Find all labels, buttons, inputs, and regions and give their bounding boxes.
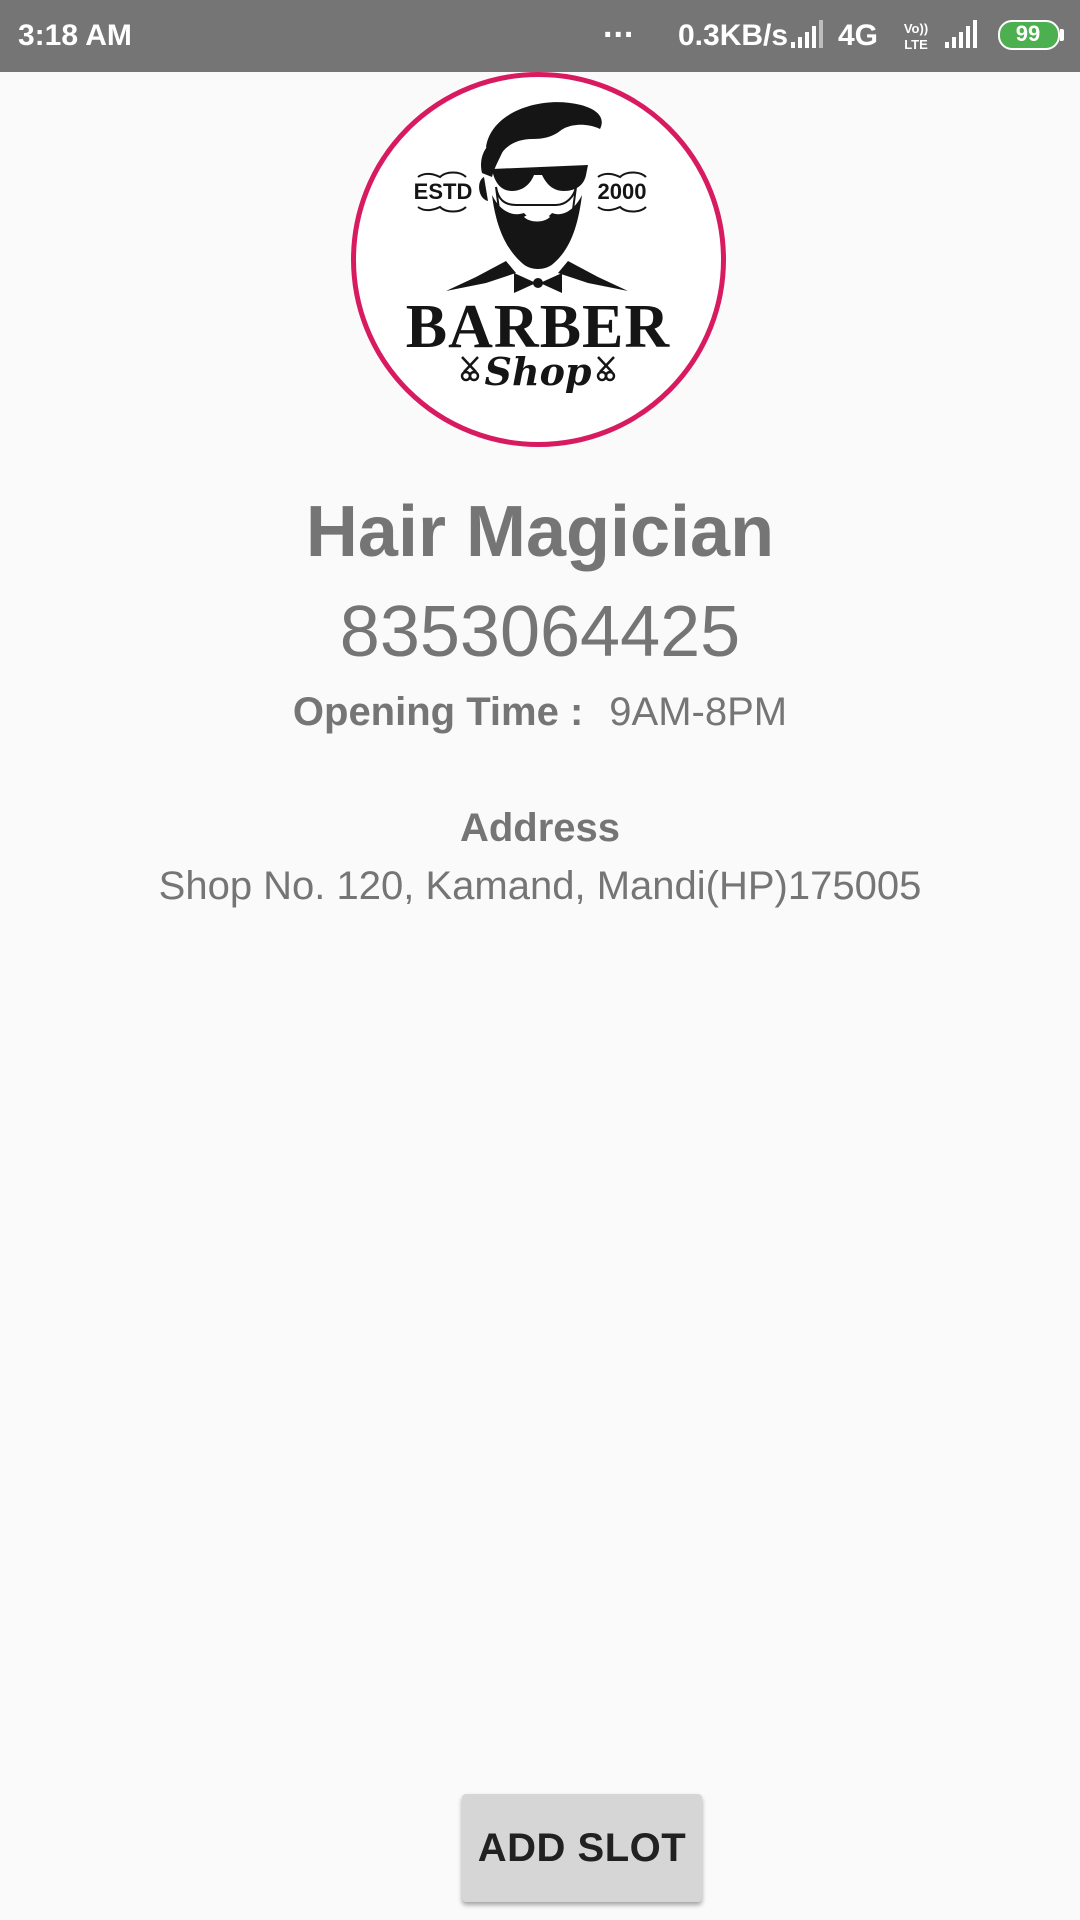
battery-cap — [1060, 29, 1064, 41]
signal-icon — [945, 20, 977, 48]
network-type: 4G — [838, 19, 879, 52]
svg-text:LTE: LTE — [904, 37, 928, 52]
svg-text:Vo)): Vo)) — [904, 21, 928, 36]
shop-name: Hair Magician — [305, 492, 775, 572]
barber-shop-logo-icon: ESTD 2000 BARBER Shop — [406, 102, 669, 394]
opening-time-value: 9AM-8PM — [609, 690, 788, 734]
opening-time-label: Opening Time : — [292, 690, 584, 734]
logo-year: 2000 — [598, 179, 647, 204]
volte-icon: Vo)) LTE — [898, 20, 934, 52]
logo-sub: Shop — [485, 349, 592, 394]
signal-icon — [791, 20, 823, 48]
volte-glyph: Vo)) LTE — [904, 21, 928, 52]
add-slot-button[interactable]: ADD SLOT — [462, 1794, 702, 1902]
logo-estd: ESTD — [414, 179, 473, 204]
screen: 3:18 AM ... 0.3KB/s 4G Vo)) LTE 99 ESTD … — [0, 0, 1080, 1920]
address-label: Address — [459, 806, 621, 850]
battery-icon: 99 — [998, 20, 1064, 50]
address-value: Shop No. 120, Kamand, Mandi(HP)175005 — [158, 864, 922, 908]
status-bar: 3:18 AM ... 0.3KB/s 4G Vo)) LTE 99 — [0, 0, 1080, 72]
shop-phone: 8353064425 — [339, 592, 741, 672]
opening-time-row: Opening Time : 9AM-8PM — [0, 686, 1080, 738]
status-time: 3:18 AM — [18, 19, 132, 52]
battery-level: 99 — [1015, 21, 1041, 46]
network-speed: 0.3KB/s — [678, 19, 789, 52]
shop-logo: ESTD 2000 BARBER Shop — [351, 72, 726, 447]
notification-dots: ... — [603, 7, 635, 45]
